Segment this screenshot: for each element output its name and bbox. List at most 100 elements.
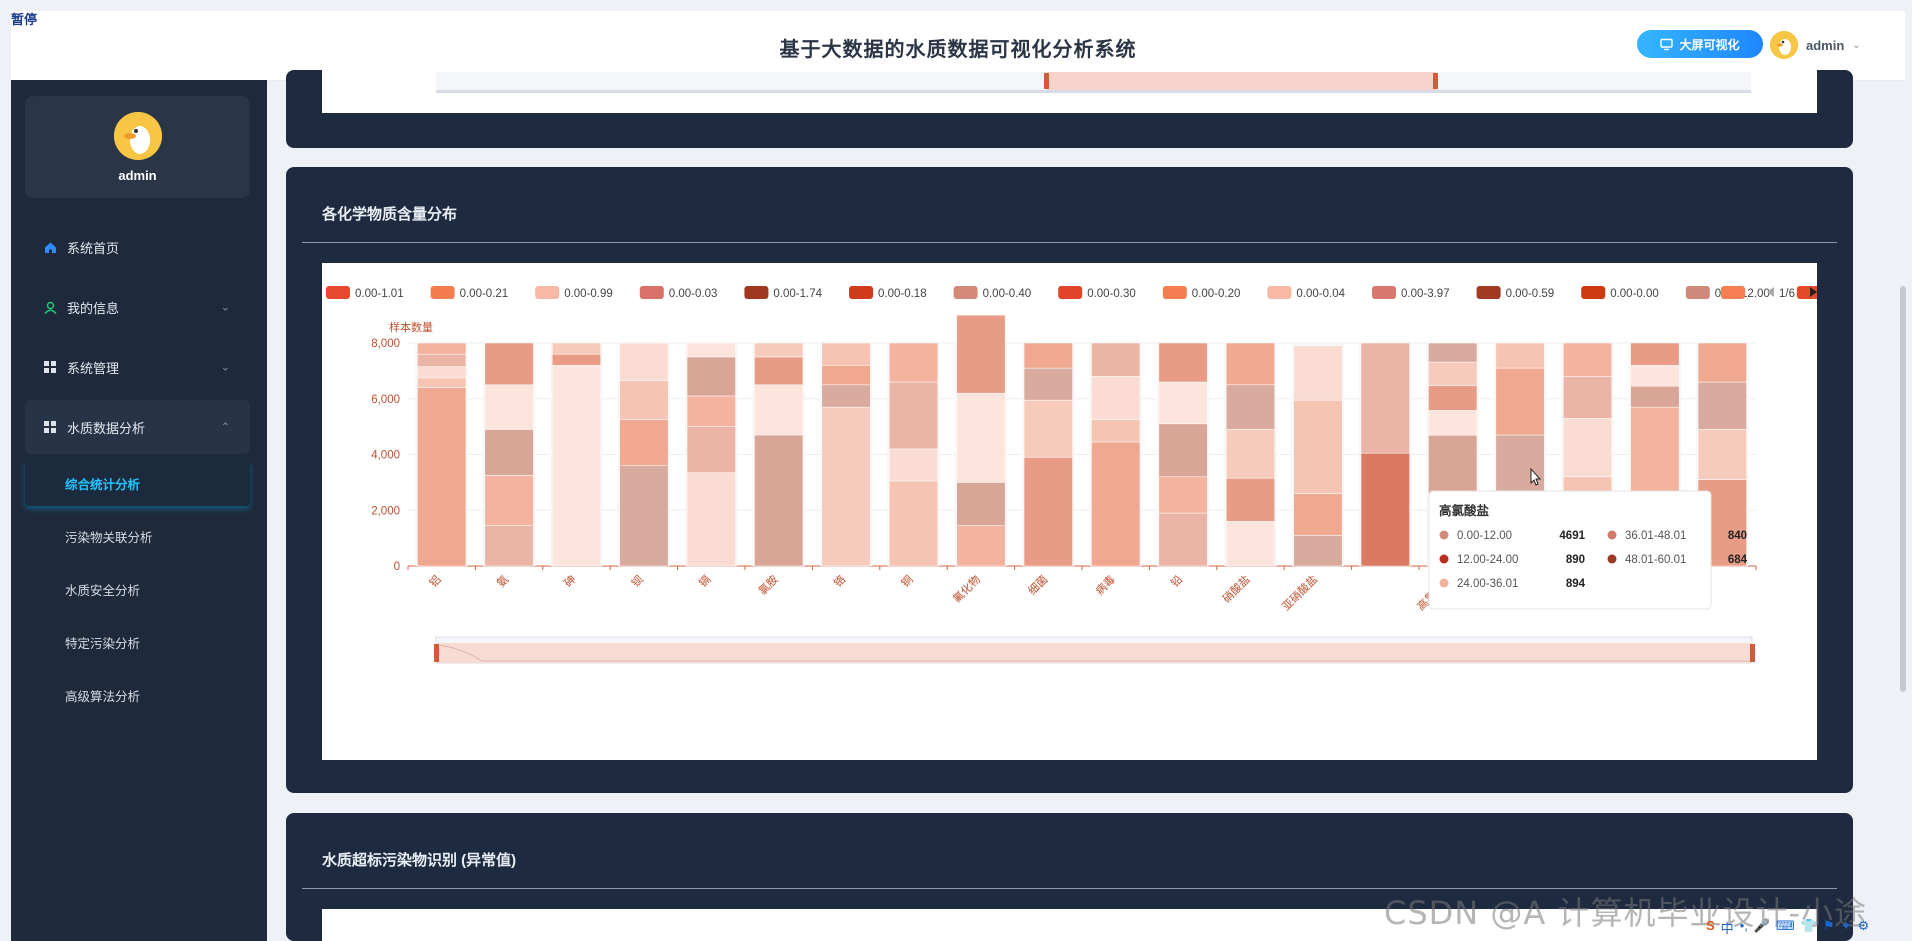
bar-segment (1225, 342, 1276, 386)
y-tick-label: 8,000 (371, 338, 400, 350)
bar-segment (1293, 535, 1343, 567)
x-tick-label: 氯胺 (755, 572, 780, 597)
tooltip-value: 4691 (1559, 530, 1585, 542)
bar-segment (1562, 418, 1613, 478)
bar-segment (619, 419, 669, 466)
profile-name: admin (118, 167, 157, 183)
datazoom-selection (436, 643, 1752, 663)
bar-segment (1225, 521, 1276, 567)
bar-segment (1428, 342, 1478, 363)
bar-segment (1158, 342, 1208, 383)
bar-segment (484, 342, 534, 386)
bar-segment (551, 342, 602, 355)
sparkle-icon[interactable]: ✦ (1841, 918, 1852, 937)
x-tick-label: 铝 (426, 572, 444, 590)
tooltip-value: 890 (1566, 554, 1585, 566)
bar-segment (1428, 410, 1478, 436)
user-avatar (1770, 31, 1798, 59)
bar-segment (1495, 342, 1545, 369)
bar-segment (686, 395, 736, 427)
ime-punct-icon[interactable]: •, (1740, 918, 1748, 937)
legend-label: 0.00-1.01 (355, 288, 404, 300)
ime-chinese-icon[interactable]: 中 (1721, 918, 1734, 937)
legend-swatch (639, 286, 664, 299)
bar-segment (1562, 376, 1613, 419)
x-tick-label: 铅 (1168, 572, 1186, 590)
legend-swatch (535, 286, 560, 299)
y-tick-label: 0 (394, 561, 400, 573)
bar-segment (1630, 342, 1680, 366)
chevron-down-icon: ⌄ (220, 301, 230, 314)
sidebar-item-label: 系统首页 (67, 240, 120, 256)
sidebar-item-home[interactable]: 系统首页 (25, 220, 250, 274)
legend-swatch (326, 286, 350, 299)
x-tick-label: 氟化物 (950, 572, 983, 605)
bar-segment (1697, 342, 1747, 383)
submenu: 综合统计分析 污染物关联分析 水质安全分析 特定污染分析 高级算法分析 (25, 460, 250, 718)
previous-datazoom[interactable] (322, 70, 1817, 113)
bar-segment (821, 365, 871, 386)
sub-item-specific-pollution[interactable]: 特定污染分析 (25, 619, 250, 665)
bar-segment (956, 482, 1006, 526)
microphone-icon[interactable]: 🎤 (1754, 918, 1770, 937)
x-tick-label: 细菌 (1026, 573, 1051, 598)
bar-segment (1630, 365, 1680, 387)
y-tick-label: 4,000 (371, 450, 400, 462)
bar-segment (888, 448, 939, 482)
tooltip-value: 840 (1728, 530, 1747, 542)
sub-item-advanced-algorithm[interactable]: 高级算法分析 (25, 672, 250, 718)
legend-swatch (1267, 286, 1292, 299)
bar-segment (1023, 342, 1073, 369)
bar-segment (1158, 512, 1208, 567)
bigscreen-button[interactable]: 大屏可视化 (1637, 30, 1763, 58)
bar-segment (956, 314, 1006, 394)
legend-label: 0.00-1.74 (773, 288, 822, 300)
bar-segment (1293, 399, 1343, 494)
flag-icon[interactable]: ⚑ (1823, 918, 1835, 937)
legend-swatch (849, 286, 873, 299)
legend-swatch (430, 286, 455, 299)
sidebar-item-system[interactable]: 系统管理 ⌄ (25, 340, 250, 394)
bar-segment (956, 392, 1006, 483)
tooltip-dot (1607, 530, 1617, 540)
sub-item-pollutant-correlation[interactable]: 污染物关联分析 (25, 513, 250, 559)
ime-logo-icon[interactable]: S (1706, 918, 1715, 937)
tooltip-range: 24.00-36.01 (1457, 578, 1518, 590)
legend-label: 0.00-0.59 (1506, 288, 1555, 300)
bar-segment (417, 342, 467, 355)
bar-segment (1091, 342, 1141, 377)
duck-avatar-icon (113, 111, 162, 160)
sub-item-water-safety[interactable]: 水质安全分析 (25, 566, 250, 612)
keyboard-icon[interactable]: ⌨ (1776, 918, 1795, 937)
chevron-up-icon: ⌃ (220, 421, 230, 434)
y-tick-label: 2,000 (371, 505, 400, 517)
bar-segment (1360, 342, 1410, 454)
legend-label: 0.00-0.30 (1087, 288, 1136, 300)
user-menu[interactable]: admin ⌄ (1770, 31, 1861, 59)
x-tick-label: 硝酸盐 (1219, 572, 1252, 605)
x-tick-label: 亚硝酸盐 (1279, 572, 1320, 613)
ime-toolbar: S 中 •, 🎤 ⌨ 👕 ⚑ ✦ ⚙ (1706, 918, 1869, 937)
bar-segment (417, 353, 467, 367)
skin-icon[interactable]: 👕 (1801, 918, 1817, 937)
chart-container: 0.00-1.01 0.00-0.21 0.00-0.99 0.00-0.03 0.00… (322, 263, 1874, 760)
sub-item-overall-stats[interactable]: 综合统计分析 (25, 460, 250, 506)
sidebar-item-profile[interactable]: 我的信息 ⌄ (25, 280, 250, 334)
bar-segment (821, 406, 871, 567)
bar-segment (1158, 476, 1208, 514)
grid-icon (43, 420, 57, 434)
bar-segment (888, 381, 939, 450)
bar-segment (1428, 361, 1478, 386)
settings-icon[interactable]: ⚙ (1858, 918, 1870, 937)
bar-segment (1225, 384, 1276, 430)
page-scrollbar[interactable] (1900, 286, 1906, 692)
legend-swatch (744, 286, 769, 299)
tooltip-dot (1439, 554, 1449, 564)
sidebar-item-water-analysis[interactable]: 水质数据分析 ⌃ (25, 400, 250, 454)
panel-title: 水质超标污染物识别 (异常值) (322, 852, 517, 869)
pause-label[interactable]: 暂停 (11, 9, 37, 28)
grid-icon (43, 360, 57, 374)
datazoom-handle-left (434, 644, 439, 662)
x-tick-label: 铬 (831, 572, 849, 590)
stacked-bar-chart[interactable]: 0.00-1.01 0.00-0.21 0.00-0.99 0.00-0.03 0.00… (322, 263, 1874, 760)
